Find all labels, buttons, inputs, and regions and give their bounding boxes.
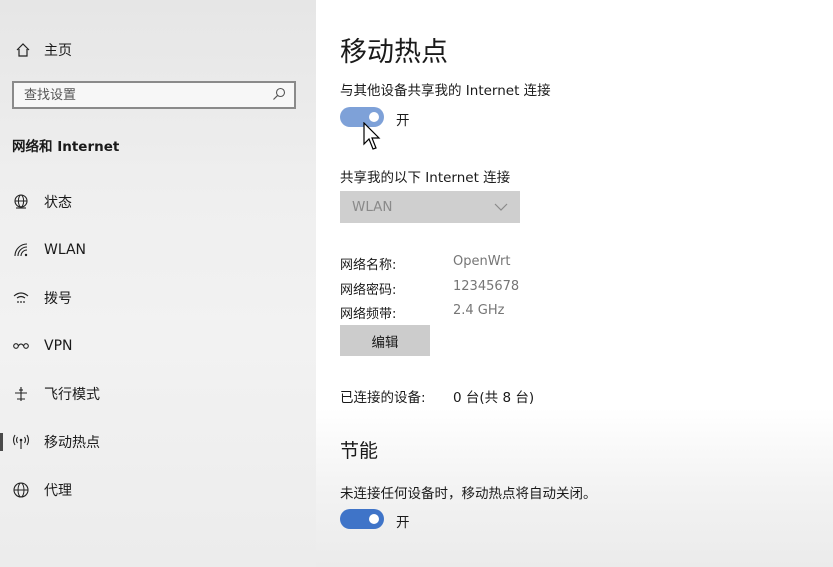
proxy-globe-icon	[10, 481, 32, 499]
chevron-down-icon	[494, 199, 508, 215]
hotspot-icon	[10, 433, 32, 451]
sidebar-item-hotspot[interactable]: 移动热点	[0, 426, 316, 458]
share-from-select[interactable]: WLAN	[340, 191, 520, 223]
main-panel: 移动热点 与其他设备共享我的 Internet 连接 开 共享我的以下 Inte…	[316, 0, 833, 567]
connected-value: 0 台(共 8 台)	[453, 390, 535, 406]
airplane-icon	[10, 385, 32, 403]
sidebar-item-label: 飞行模式	[44, 387, 100, 403]
wifi-icon	[10, 241, 32, 259]
status-globe-icon	[10, 193, 32, 211]
password-value: 12345678	[453, 279, 520, 294]
sidebar-item-airplane[interactable]: 飞行模式	[0, 378, 316, 410]
nav-home-label: 主页	[44, 43, 72, 59]
mouse-cursor-icon	[363, 121, 383, 156]
share-label: 与其他设备共享我的 Internet 连接	[340, 83, 551, 99]
power-title: 节能	[340, 440, 379, 462]
network-name-label: 网络名称:	[340, 258, 397, 273]
band-label: 网络频带:	[340, 307, 397, 322]
search-box[interactable]	[12, 81, 296, 109]
dialup-icon	[10, 289, 32, 307]
toggle-knob	[369, 514, 379, 524]
page-title: 移动热点	[340, 37, 448, 68]
password-label: 网络密码:	[340, 283, 397, 298]
sidebar-item-status[interactable]: 状态	[0, 186, 316, 218]
sidebar-item-label: VPN	[44, 338, 73, 354]
network-name-value: OpenWrt	[453, 254, 511, 269]
band-value: 2.4 GHz	[453, 303, 505, 318]
power-desc: 未连接任何设备时，移动热点将自动关闭。	[340, 486, 597, 502]
sidebar-item-vpn[interactable]: VPN	[0, 330, 316, 362]
sidebar-item-proxy[interactable]: 代理	[0, 474, 316, 506]
sidebar: 主页 网络和 Internet 状态 WLAN 拨号 VPN	[0, 0, 316, 567]
toggle-knob	[369, 112, 379, 122]
edit-button[interactable]: 编辑	[340, 325, 430, 356]
vpn-icon	[10, 337, 32, 355]
search-icon[interactable]	[272, 86, 286, 105]
sidebar-item-label: 移动热点	[44, 435, 100, 451]
sidebar-item-label: WLAN	[44, 242, 87, 258]
share-toggle-state: 开	[396, 113, 410, 129]
sidebar-item-wlan[interactable]: WLAN	[0, 234, 316, 266]
section-title: 网络和 Internet	[12, 139, 120, 155]
nav-home[interactable]: 主页	[12, 38, 72, 62]
power-toggle-state: 开	[396, 515, 410, 531]
search-input[interactable]	[22, 86, 272, 104]
sidebar-item-label: 代理	[44, 483, 72, 499]
share-from-value: WLAN	[352, 199, 393, 215]
share-from-label: 共享我的以下 Internet 连接	[340, 170, 511, 186]
sidebar-item-dialup[interactable]: 拨号	[0, 282, 316, 314]
power-toggle[interactable]	[340, 509, 384, 529]
sidebar-item-label: 状态	[44, 195, 72, 211]
connected-label: 已连接的设备:	[340, 390, 426, 406]
sidebar-item-label: 拨号	[44, 291, 72, 307]
home-icon	[12, 42, 34, 58]
